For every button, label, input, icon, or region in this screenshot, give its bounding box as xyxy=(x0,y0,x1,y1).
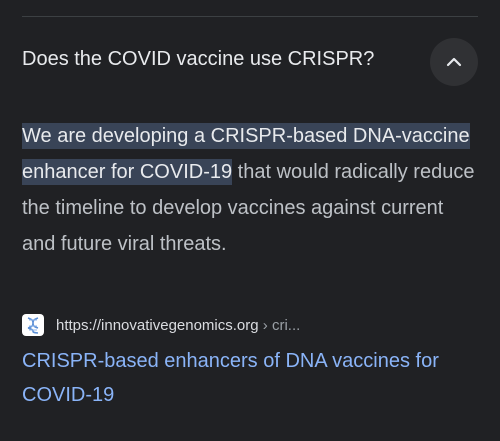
collapse-button[interactable] xyxy=(430,38,478,86)
accordion-header[interactable]: Does the COVID vaccine use CRISPR? xyxy=(22,38,478,86)
source-breadcrumb: › cri... xyxy=(258,317,301,334)
innovative-genomics-favicon-icon xyxy=(22,314,44,336)
result-title-link[interactable]: CRISPR-based enhancers of DNA vaccines f… xyxy=(22,344,462,412)
source-url[interactable]: https://innovativegenomics.org › cri... xyxy=(56,317,300,334)
chevron-up-icon xyxy=(446,57,462,67)
source-attribution[interactable]: https://innovativegenomics.org › cri... xyxy=(22,314,478,338)
question-text: Does the COVID vaccine use CRISPR? xyxy=(22,48,375,70)
answer-text: We are developing a CRISPR-based DNA-vac… xyxy=(22,118,478,262)
source-domain: https://innovativegenomics.org xyxy=(56,317,259,334)
top-divider xyxy=(22,16,478,17)
featured-snippet-panel: Does the COVID vaccine use CRISPR? We ar… xyxy=(0,0,500,441)
